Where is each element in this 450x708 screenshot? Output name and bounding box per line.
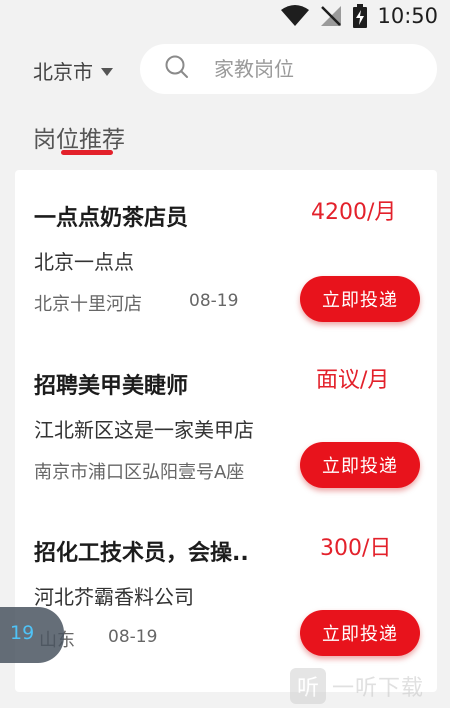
no-signal-icon (319, 4, 343, 28)
search-box[interactable] (140, 44, 437, 94)
caret-down-icon (101, 67, 113, 76)
watermark-text: 一听下载 (332, 676, 425, 701)
city-selector[interactable]: 北京市 (33, 56, 113, 85)
section-title: 岗位推荐 (33, 127, 125, 153)
search-row: 北京市 (0, 42, 450, 98)
apply-button[interactable]: 立即投递 (300, 610, 420, 656)
job-salary: 4200/月 (311, 200, 397, 225)
job-title: 一点点奶茶店员 (34, 206, 189, 231)
section-title-underline (61, 150, 113, 155)
job-title: 招聘美甲美睫师 (34, 374, 189, 399)
apply-button[interactable]: 立即投递 (300, 442, 420, 488)
watermark-logo-icon: 听 (290, 668, 326, 704)
status-bar: 10:50 (0, 0, 450, 32)
job-list: 一点点奶茶店员 4200/月 北京一点点 北京十里河店 08-19 立即投递 招… (15, 170, 437, 692)
job-salary: 面议/月 (316, 368, 390, 393)
job-date: 08-19 (189, 291, 239, 311)
status-time: 10:50 (377, 4, 438, 28)
job-location: 南京市浦口区弘阳壹号A座 (34, 462, 245, 483)
job-salary: 300/日 (320, 536, 392, 561)
job-location: 北京十里河店 (34, 294, 142, 315)
job-date: 08-19 (108, 627, 158, 647)
job-company: 北京一点点 (34, 250, 134, 274)
job-title: 招化工技术员，会操.. (34, 541, 249, 566)
job-item[interactable]: 一点点奶茶店员 4200/月 北京一点点 北京十里河店 08-19 立即投递 (15, 170, 437, 336)
apply-button[interactable]: 立即投递 (300, 276, 420, 322)
job-item[interactable]: 招化工技术员，会操.. 300/日 河北芥霸香料公司 山东 08-19 立即投递 (15, 502, 437, 668)
search-icon (164, 54, 190, 84)
wifi-icon (281, 5, 310, 27)
battery-charging-icon (353, 4, 368, 28)
watermark: 听 一听下载 (290, 668, 424, 704)
job-company: 河北芥霸香料公司 (34, 585, 194, 609)
search-input[interactable] (214, 57, 404, 81)
job-item[interactable]: 招聘美甲美睫师 面议/月 江北新区这是一家美甲店 南京市浦口区弘阳壹号A座 立即… (15, 336, 437, 502)
job-company: 江北新区这是一家美甲店 (34, 418, 254, 442)
floating-badge-count: 19 (10, 622, 35, 644)
city-label: 北京市 (33, 60, 93, 84)
